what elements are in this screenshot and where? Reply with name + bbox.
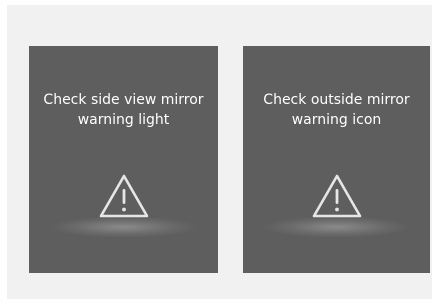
warning-message: Check outside mirror warning icon — [243, 90, 430, 130]
warning-message-line-1: Check outside mirror — [263, 92, 410, 108]
warning-panel-outside-mirror: Check outside mirror warning icon — [243, 46, 430, 273]
warning-message-line-2: warning light — [77, 112, 170, 128]
screen-frame: Check side view mirror warning light Che… — [7, 5, 432, 299]
icon-glow — [263, 216, 410, 238]
warning-triangle-icon — [99, 174, 148, 218]
warning-message-line-1: Check side view mirror — [43, 92, 204, 108]
warning-message-line-2: warning icon — [291, 112, 382, 128]
warning-panel-side-view-mirror: Check side view mirror warning light — [29, 46, 218, 273]
warning-triangle-icon — [312, 174, 361, 218]
warning-message: Check side view mirror warning light — [29, 90, 218, 130]
icon-glow — [49, 216, 198, 238]
